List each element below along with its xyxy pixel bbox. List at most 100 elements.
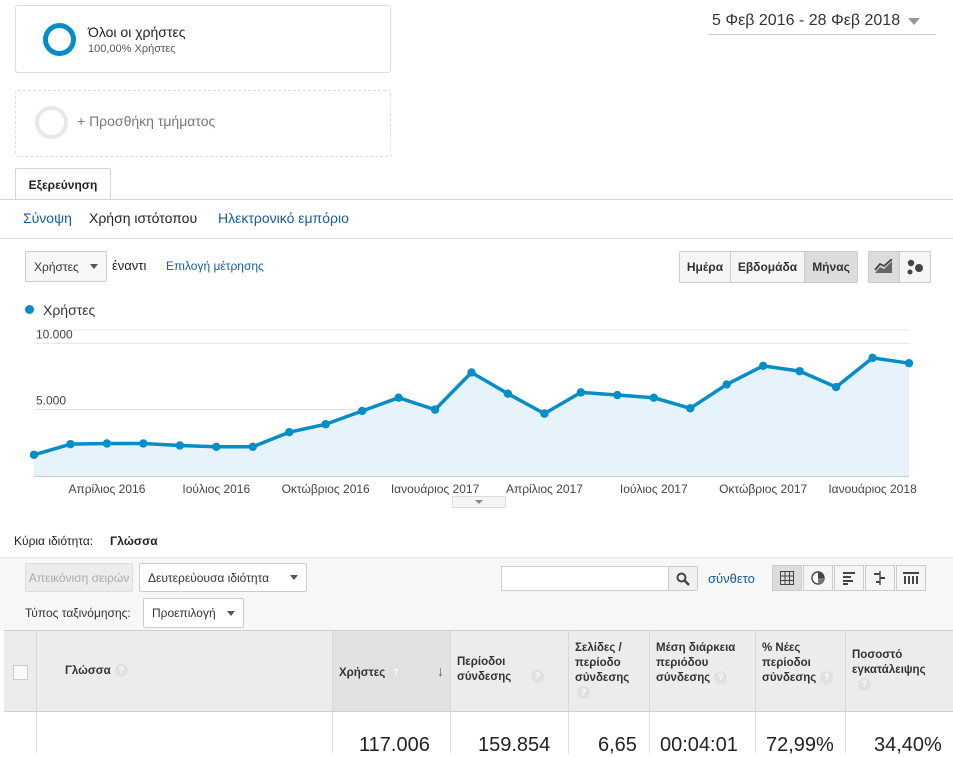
line-chart-toggle[interactable] bbox=[868, 251, 900, 283]
total-new-sessions: 72,99% bbox=[766, 734, 834, 756]
add-segment[interactable]: + Προσθήκη τμήματος bbox=[15, 90, 391, 157]
subtab-ecommerce[interactable]: Ηλεκτρονικό εμπόριο bbox=[218, 210, 349, 226]
bubbles-icon bbox=[907, 259, 923, 275]
primary-dimension-label: Κύρια ιδιότητα: bbox=[14, 534, 94, 548]
data-point bbox=[722, 380, 731, 389]
motion-chart-toggle[interactable] bbox=[899, 251, 931, 283]
x-tick-label: Απρίλιος 2017 bbox=[506, 482, 583, 496]
totals-divider bbox=[568, 712, 569, 753]
chart-resize-handle[interactable] bbox=[452, 496, 506, 508]
column-users-label: Χρήστες bbox=[339, 667, 386, 679]
totals-divider bbox=[450, 712, 451, 753]
column-new-sessions-label: % Νέες περίοδοι σύνδεσης bbox=[762, 642, 817, 684]
help-icon[interactable]: ? bbox=[858, 678, 871, 692]
vs-label: έναντι bbox=[112, 258, 147, 273]
column-users[interactable]: Χρήστες? ↓ bbox=[332, 631, 450, 711]
segment-percentage: 100,00% Χρήστες bbox=[88, 43, 176, 55]
data-point bbox=[649, 393, 658, 402]
data-point bbox=[66, 439, 75, 449]
chevron-down-icon bbox=[227, 610, 235, 616]
primary-dimension-value[interactable]: Γλώσσα bbox=[110, 534, 158, 548]
help-icon[interactable]: ? bbox=[114, 664, 128, 678]
select-all-cell bbox=[4, 631, 36, 711]
column-avg-session-duration[interactable]: Μέση διάρκεια περιόδου σύνδεσης? bbox=[649, 631, 755, 711]
comparison-view-button[interactable] bbox=[865, 565, 895, 591]
pivot-view-button[interactable] bbox=[896, 565, 926, 591]
add-segment-label: + Προσθήκη τμήματος bbox=[77, 113, 216, 129]
select-metric-link[interactable]: Επιλογή μέτρησης bbox=[166, 259, 264, 273]
y-tick-label: 10.000 bbox=[36, 327, 73, 341]
column-pages-per-session-label: Σελίδες / περίοδο σύνδεσης bbox=[575, 642, 630, 684]
column-new-sessions[interactable]: % Νέες περίοδοι σύνδεσης? bbox=[755, 631, 845, 711]
x-tick-label: Οκτώβριος 2017 bbox=[719, 482, 807, 496]
totals-spacer bbox=[36, 712, 37, 753]
help-icon[interactable]: ? bbox=[714, 671, 728, 685]
data-table-view-button[interactable] bbox=[772, 565, 802, 591]
granularity-day-label: Ημέρα bbox=[686, 260, 724, 274]
pivot-table-icon bbox=[903, 572, 919, 584]
table-grid-icon bbox=[780, 571, 794, 585]
total-pages-per-session: 6,65 bbox=[598, 734, 637, 756]
x-tick-label: Ιούλιος 2017 bbox=[620, 482, 688, 496]
granularity-day-button[interactable]: Ημέρα bbox=[679, 251, 731, 283]
chevron-down-icon bbox=[290, 575, 298, 580]
tab-explore[interactable]: Εξερεύνηση bbox=[15, 168, 111, 200]
help-icon[interactable]: ? bbox=[389, 666, 403, 680]
performance-view-button[interactable] bbox=[834, 565, 864, 591]
column-language[interactable]: Γλώσσα? bbox=[36, 631, 332, 711]
chevron-down-icon bbox=[908, 17, 921, 25]
data-point bbox=[139, 439, 148, 448]
granularity-month-button[interactable]: Μήνας bbox=[804, 251, 858, 283]
sort-type-select[interactable]: Προεπιλογή bbox=[143, 598, 244, 628]
total-bounce-rate: 34,40% bbox=[874, 734, 942, 756]
data-point bbox=[540, 409, 549, 418]
metric-select[interactable]: Χρήστες bbox=[25, 251, 107, 282]
sort-type-label: Τύπος ταξινόμησης: bbox=[25, 606, 131, 620]
column-pages-per-session[interactable]: Σελίδες / περίοδο σύνδεσης? bbox=[568, 631, 649, 711]
metric-select-value: Χρήστες bbox=[34, 259, 79, 274]
help-icon[interactable]: ? bbox=[820, 671, 834, 685]
granularity-week-label: Εβδομάδα bbox=[737, 260, 798, 274]
data-point bbox=[795, 366, 804, 376]
total-users: 117.006 bbox=[359, 734, 430, 756]
x-tick-label: Οκτώβριος 2016 bbox=[282, 482, 370, 496]
secondary-dimension-select[interactable]: Δευτερεύουσα ιδιότητα bbox=[139, 563, 307, 592]
data-point bbox=[758, 361, 768, 371]
granularity-week-button[interactable]: Εβδομάδα bbox=[730, 251, 805, 283]
segment-name: Όλοι οι χρήστες bbox=[88, 24, 186, 40]
help-icon[interactable]: ? bbox=[531, 670, 544, 684]
subtab-overview[interactable]: Σύνοψη bbox=[23, 210, 72, 226]
data-point bbox=[357, 406, 367, 416]
tab-explore-label: Εξερεύνηση bbox=[28, 177, 98, 192]
subtab-divider bbox=[0, 238, 953, 239]
search-button[interactable] bbox=[668, 566, 698, 591]
sort-type-value: Προεπιλογή bbox=[152, 606, 216, 620]
totals-divider bbox=[755, 712, 756, 753]
data-point bbox=[576, 388, 586, 397]
search-icon bbox=[676, 572, 690, 586]
plot-rows-button[interactable]: Απεικόνιση σειρών bbox=[25, 563, 133, 592]
x-tick-label: Ιανουάριος 2018 bbox=[828, 482, 917, 496]
table-view-toggles bbox=[772, 565, 927, 591]
pie-view-button[interactable] bbox=[803, 565, 833, 591]
sort-arrow-down-icon[interactable]: ↓ bbox=[437, 664, 444, 679]
subtab-site-usage[interactable]: Χρήση ιστότοπου bbox=[89, 210, 197, 226]
advanced-link[interactable]: σύνθετο bbox=[708, 571, 755, 586]
x-tick-label: Απρίλιος 2016 bbox=[68, 482, 145, 496]
x-tick-label: Ιούλιος 2016 bbox=[182, 482, 250, 496]
date-range-picker[interactable]: 5 Φεβ 2016 - 28 Φεβ 2018 bbox=[708, 8, 936, 35]
column-sessions[interactable]: Περίοδοι σύνδεσης? bbox=[450, 631, 568, 711]
help-icon[interactable]: ? bbox=[577, 686, 590, 700]
chevron-down-icon bbox=[90, 264, 98, 269]
line-chart-icon bbox=[874, 259, 893, 273]
data-point bbox=[102, 439, 112, 448]
column-bounce-rate[interactable]: Ποσοστό εγκατάλειψης? bbox=[845, 631, 953, 711]
column-sessions-label: Περίοδοι σύνδεσης bbox=[457, 656, 512, 683]
legend-label: Χρήστες bbox=[43, 302, 96, 318]
total-avg-session-duration: 00:04:01 bbox=[660, 734, 738, 756]
data-point bbox=[686, 404, 695, 413]
select-all-checkbox[interactable] bbox=[13, 665, 28, 680]
table-search-input[interactable] bbox=[501, 566, 669, 591]
granularity-month-label: Μήνας bbox=[812, 260, 850, 274]
segment-all-users[interactable]: Όλοι οι χρήστες 100,00% Χρήστες bbox=[15, 5, 391, 73]
